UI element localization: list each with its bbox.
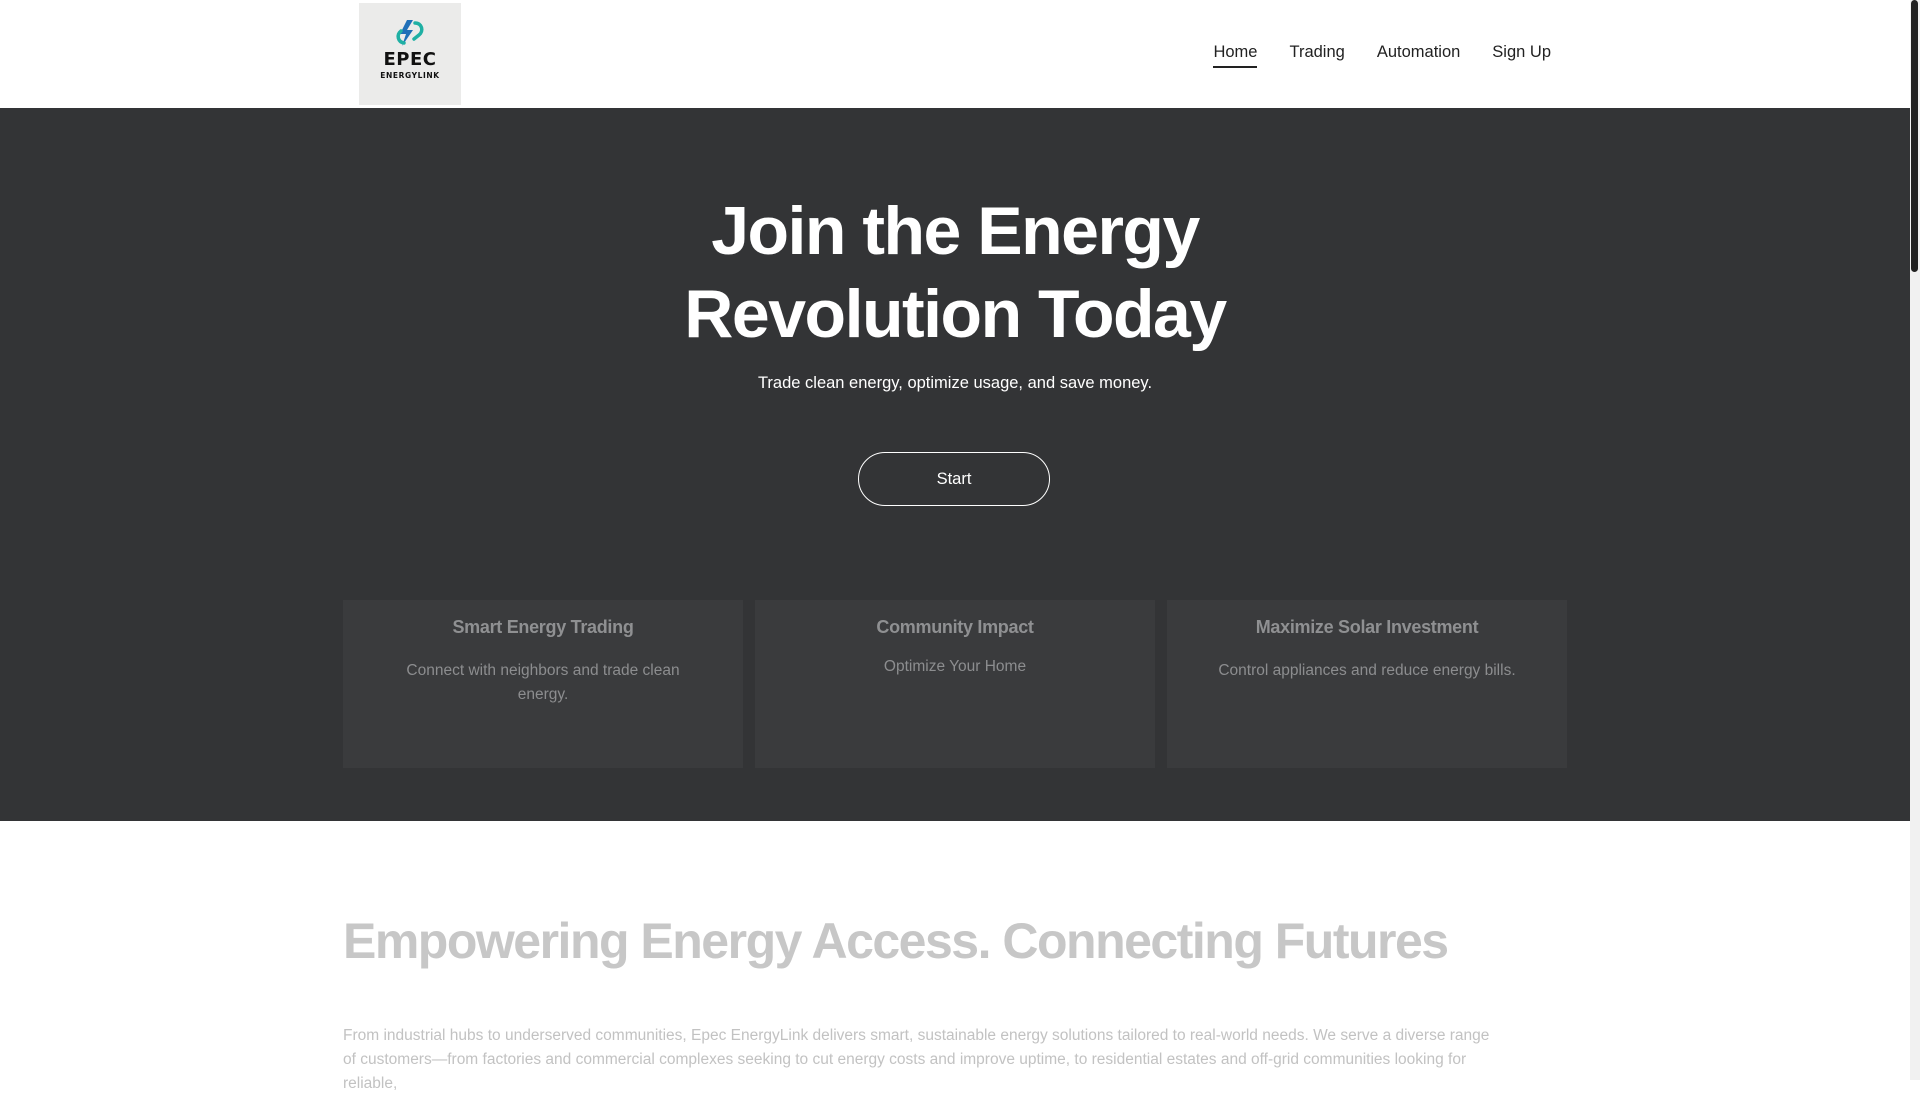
feature-card-community-impact: Community Impact Optimize Your Home [755, 600, 1155, 768]
scrollbar-thumb[interactable] [1911, 0, 1918, 272]
hero-title-line-1: Join the Energy [711, 193, 1200, 269]
logo-subtitle: ENERGYLINK [380, 71, 440, 80]
nav-sign-up[interactable]: Sign Up [1492, 43, 1551, 66]
start-button[interactable]: Start [858, 452, 1050, 506]
lightning-link-icon [396, 20, 424, 46]
feature-card-title: Community Impact [876, 617, 1034, 637]
nav-automation[interactable]: Automation [1377, 43, 1460, 66]
hero-subtitle: Trade clean energy, optimize usage, and … [757, 374, 1153, 392]
feature-card-text: Control appliances and reduce energy bil… [1218, 662, 1516, 679]
nav-home[interactable]: Home [1213, 43, 1258, 68]
hero-title: Join the Energy Revolution Today [0, 190, 1910, 356]
logo[interactable]: EPEC ENERGYLINK [359, 3, 461, 105]
main-nav: Home Trading Automation Sign Up [1213, 43, 1551, 68]
about-title: Empowering Energy Access. Connecting Fut… [343, 913, 1449, 969]
feature-card-title: Smart Energy Trading [452, 617, 634, 637]
feature-card-text: Connect with neighbors and trade clean e… [406, 662, 680, 703]
logo-brand: EPEC [383, 49, 437, 70]
feature-card-smart-energy-trading: Smart Energy Trading Connect with neighb… [343, 600, 743, 768]
site-header: EPEC ENERGYLINK Home Trading Automation … [0, 0, 1910, 108]
feature-card-maximize-solar: Maximize Solar Investment Control applia… [1167, 600, 1567, 768]
feature-card-title: Maximize Solar Investment [1255, 617, 1479, 637]
feature-card-text: Optimize Your Home [883, 658, 1027, 675]
hero-section: Join the Energy Revolution Today Trade c… [0, 108, 1910, 821]
nav-trading[interactable]: Trading [1289, 43, 1344, 66]
hero-title-line-2: Revolution Today [684, 276, 1227, 352]
feature-cards: Smart Energy Trading Connect with neighb… [343, 600, 1567, 768]
about-text: From industrial hubs to underserved comm… [343, 1027, 1490, 1092]
